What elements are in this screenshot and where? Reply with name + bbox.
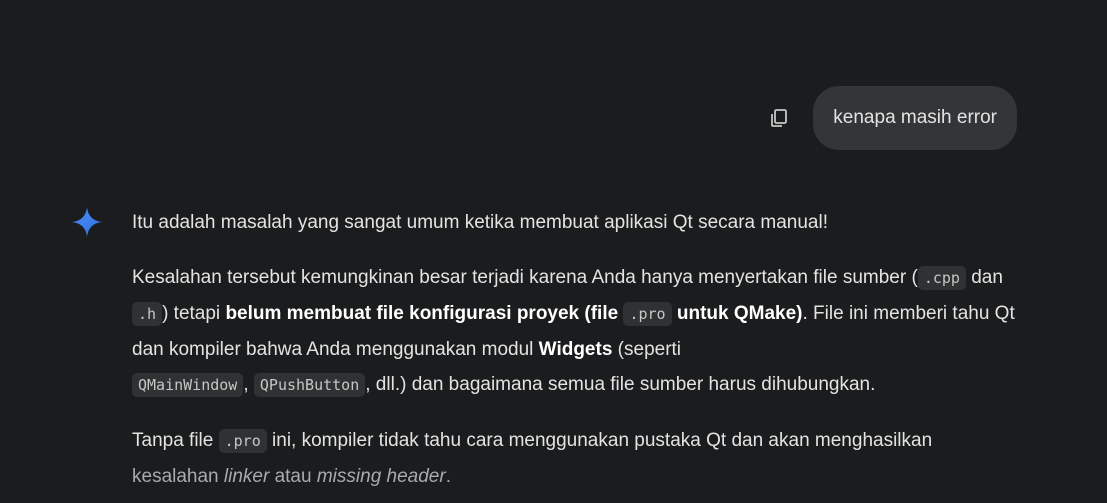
- inline-code: QMainWindow: [132, 373, 244, 397]
- response-paragraph-3: Tanpa file .pro ini, kompiler tidak tahu…: [132, 423, 1022, 494]
- text: dan: [965, 267, 1003, 288]
- text: ,: [243, 374, 254, 395]
- inline-code: .cpp: [917, 266, 966, 290]
- user-message-row: kenapa masih error: [763, 86, 1017, 150]
- inline-code: .pro: [218, 429, 267, 453]
- response-paragraph-2: Kesalahan tersebut kemungkinan besar ter…: [132, 260, 1022, 403]
- bold-text: belum membuat file konfigurasi proyek (f…: [225, 303, 624, 324]
- text: ) tetapi: [162, 303, 226, 324]
- response-paragraph-1: Itu adalah masalah yang sangat umum keti…: [132, 212, 828, 233]
- inline-code: .pro: [623, 302, 672, 326]
- response-text: Itu adalah masalah yang sangat umum keti…: [132, 205, 1022, 503]
- faded-text: kesalahan: [132, 466, 224, 487]
- inline-code: QPushButton: [253, 373, 366, 397]
- gemini-spark-icon: [72, 207, 102, 237]
- italic-text: linker: [223, 466, 270, 487]
- faded-text: .: [445, 466, 451, 487]
- bold-text: untuk QMake): [671, 303, 803, 324]
- text: Kesalahan tersebut kemungkinan besar ter…: [132, 267, 918, 288]
- text: (seperti: [612, 339, 682, 360]
- text: , dll.) dan bagaimana semua file sumber …: [365, 374, 876, 395]
- user-message-bubble: kenapa masih error: [813, 86, 1017, 150]
- text: ini, kompiler tidak tahu cara menggunaka…: [266, 430, 933, 451]
- italic-text: missing header: [316, 466, 446, 487]
- faded-text: atau: [269, 466, 317, 487]
- text: Tanpa file: [132, 430, 219, 451]
- bold-text: Widgets: [538, 339, 613, 360]
- chat-page: kenapa masih error Itu adalah masalah ya…: [0, 0, 1107, 503]
- copy-icon[interactable]: [763, 102, 795, 134]
- inline-code: .h: [132, 302, 163, 326]
